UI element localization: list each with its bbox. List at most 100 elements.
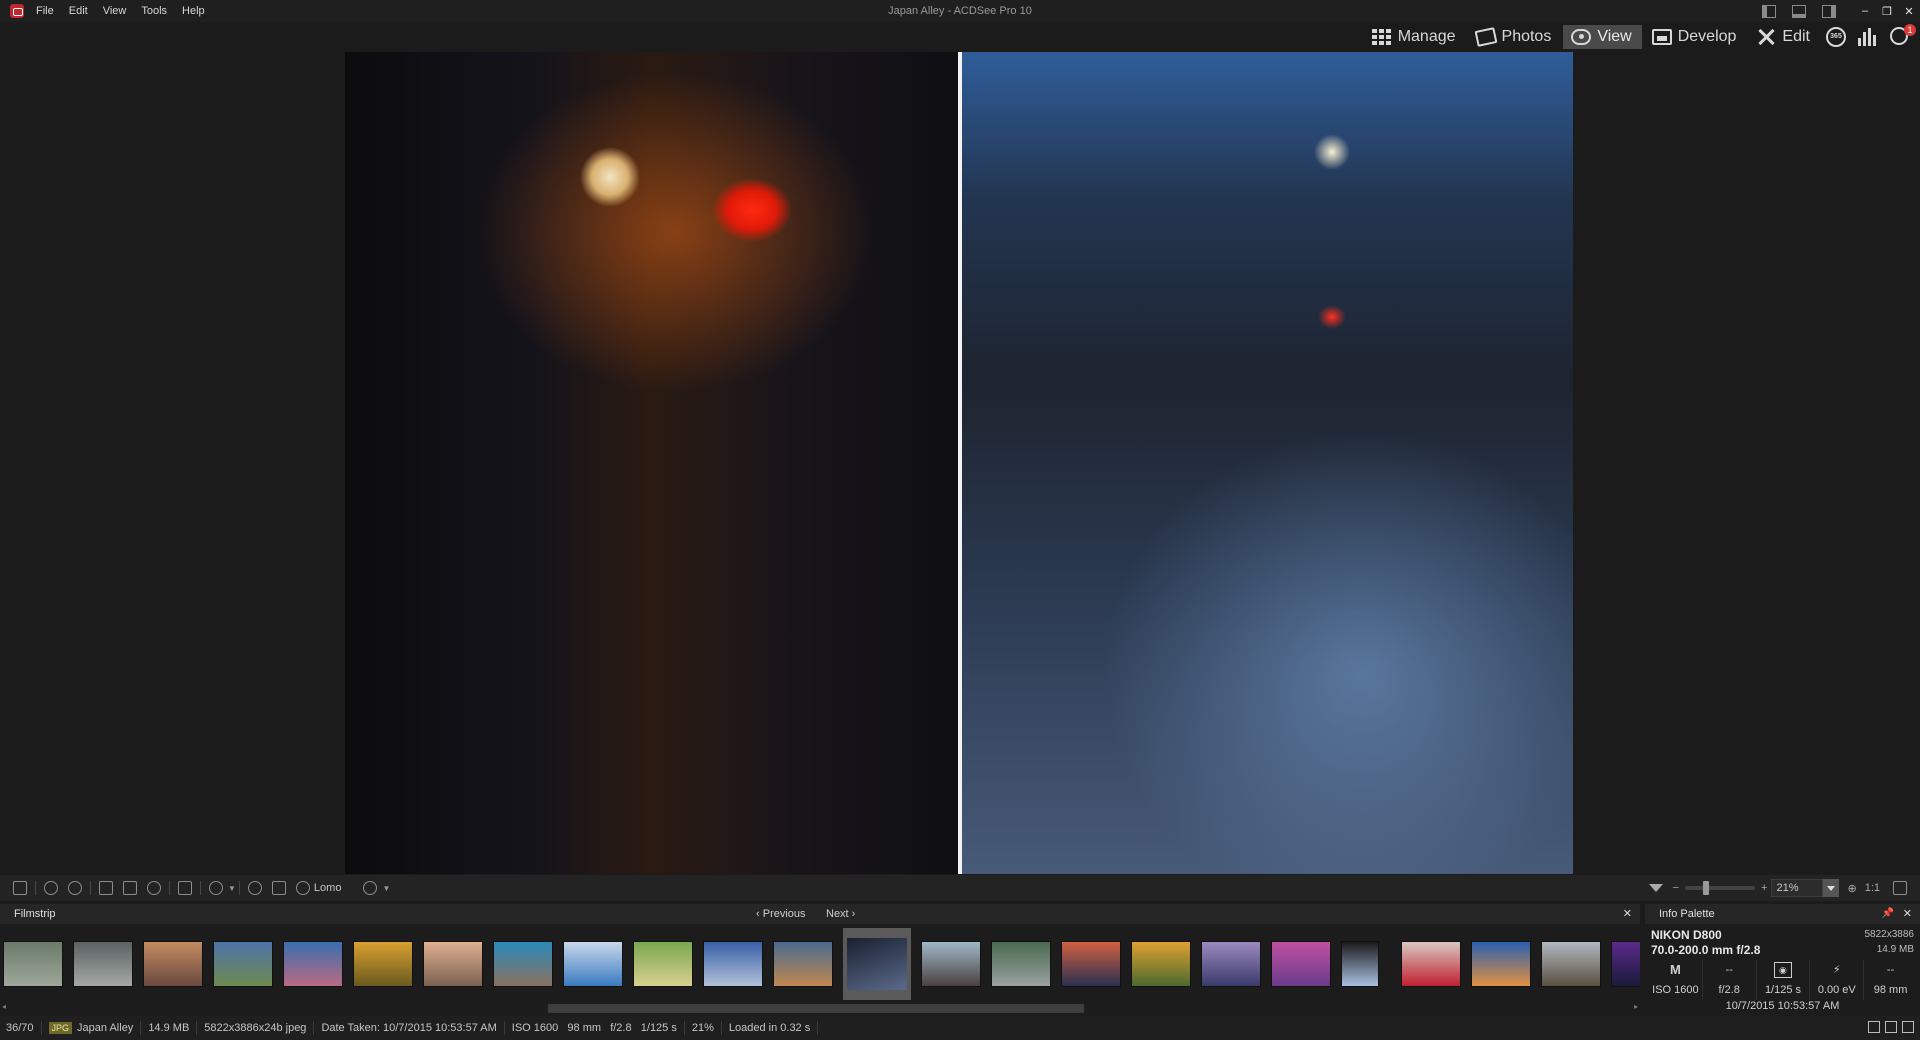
filmstrip-thumbnail-coast-rocks[interactable] [493, 941, 553, 987]
info-palette-close-button[interactable]: ✕ [1903, 904, 1912, 924]
filmstrip-thumbnail-sunset-dock[interactable] [1471, 941, 1531, 987]
image-index: 36/70 [0, 1021, 42, 1035]
right-panel-toggle-icon[interactable] [1822, 4, 1836, 18]
shutter-value: 1/125 s [1757, 980, 1811, 1000]
chevron-down-icon[interactable]: ▼ [228, 884, 236, 893]
effects-icon[interactable] [363, 881, 378, 895]
chevron-down-icon[interactable]: ▼ [382, 884, 390, 893]
status-zoom: 21% [685, 1021, 722, 1035]
status-icons [1863, 1021, 1914, 1033]
info-palette-header: Info Palette 📌 ✕ [1645, 904, 1920, 924]
view-mode-button[interactable]: View [1563, 25, 1642, 49]
filmstrip-thumbnail-cliff-sea[interactable] [1541, 941, 1601, 987]
app-logo-icon[interactable] [10, 4, 24, 18]
manage-mode-button[interactable]: Manage [1364, 25, 1466, 49]
filmstrip-thumbnail-misty-road[interactable] [73, 941, 133, 987]
filmstrip-thumbnail-snowy-town[interactable] [563, 941, 623, 987]
zoom-in-icon[interactable]: + [1761, 882, 1767, 894]
menu-file[interactable]: File [32, 5, 65, 17]
zoom-magnifier-icon[interactable]: ⊕ [1847, 882, 1856, 895]
filmstrip-close-button[interactable]: ✕ [1623, 904, 1632, 924]
previous-label: Previous [762, 908, 806, 920]
select-tool-icon[interactable] [123, 881, 137, 895]
lomo-preset-icon[interactable] [295, 881, 310, 895]
zoom-value-field[interactable]: 21% [1771, 879, 1824, 897]
filmstrip-thumbnail-interior-window[interactable] [921, 941, 981, 987]
filmstrip-thumbnail-cloudy-field[interactable] [213, 941, 273, 987]
previous-button[interactable]: ‹ Previous [756, 904, 806, 924]
filmstrip-thumbnail-mountain-lake[interactable] [703, 941, 763, 987]
zoom-out-icon[interactable]: − [1673, 882, 1679, 894]
aperture-value: f/2.8 [1703, 980, 1757, 1000]
fit-screen-icon[interactable] [178, 881, 192, 895]
info-palette: Info Palette 📌 ✕ NIKON D800 5822x3886 70… [1645, 904, 1920, 1016]
single-view-icon[interactable] [1868, 1021, 1880, 1033]
zoom-slider[interactable] [1685, 881, 1756, 895]
edit-mode-button[interactable]: Edit [1748, 25, 1820, 49]
filmstrip-thumbnail-golden-field[interactable] [353, 941, 413, 987]
photos-mode-button[interactable]: Photos [1468, 25, 1562, 49]
rotate-right-icon[interactable] [68, 881, 82, 895]
filmstrip-thumbnail-foggy-forest[interactable] [3, 941, 63, 987]
camera-model: NIKON D800 [1651, 928, 1722, 942]
filmstrip-thumbnail-arched-doorway[interactable] [1341, 941, 1379, 987]
bottom-panel-toggle-icon[interactable] [1792, 4, 1806, 18]
zoom-menu-triangle-icon[interactable] [1648, 884, 1663, 892]
acdsee-365-icon[interactable]: 365 [1826, 27, 1846, 47]
menu-view[interactable]: View [99, 5, 138, 17]
filmstrip-scrollbar[interactable]: ◂ ▸ [0, 1000, 1640, 1016]
menu-tools[interactable]: Tools [137, 5, 178, 17]
zoom-dropdown-button[interactable] [1823, 879, 1840, 897]
filmstrip-thumbnail-pier-sunset[interactable] [1061, 941, 1121, 987]
save-icon[interactable] [13, 881, 27, 895]
before-image [345, 52, 958, 874]
fullscreen-icon[interactable] [1893, 881, 1907, 895]
play-slideshow-icon[interactable] [247, 881, 262, 895]
filmstrip-thumbnail-sunflower-field[interactable] [1131, 941, 1191, 987]
filmstrip-thumbnail-sunset-city[interactable] [143, 941, 203, 987]
filmstrip-thumbnail-japan-alley[interactable] [843, 928, 911, 1000]
rotate-left-icon[interactable] [44, 881, 58, 895]
file-name: Japan Alley [77, 1022, 134, 1034]
filmstrip-thumbnail-purple-coast[interactable] [1201, 941, 1261, 987]
next-button[interactable]: Next › [826, 904, 855, 924]
tag-check-icon[interactable] [1902, 1021, 1914, 1033]
filmstrip-thumbnail-beach-rider[interactable] [423, 941, 483, 987]
zoom-slider-handle[interactable] [1702, 881, 1709, 895]
main-photo[interactable] [345, 52, 1573, 874]
flash-icon: ⚡ [1810, 960, 1865, 980]
develop-mode-button[interactable]: Develop [1644, 25, 1747, 49]
date-taken: 10/7/2015 10:53:57 AM [1725, 1000, 1840, 1012]
filmstrip-thumbnail-lavender-field[interactable] [1271, 941, 1331, 987]
metering-icon: ◉ [1757, 960, 1811, 980]
scroll-right-icon[interactable]: ▸ [1634, 1002, 1638, 1011]
menu-help[interactable]: Help [178, 5, 216, 17]
filmstrip-thumbnail-harbor-dusk[interactable] [773, 941, 833, 987]
pin-icon[interactable]: 📌 [1882, 904, 1894, 924]
pan-tool-icon[interactable] [99, 881, 113, 895]
notifications-button[interactable]: 1 [1890, 24, 1916, 47]
iso-value: ISO 1600 [1649, 980, 1703, 1000]
filmstrip-thumbnail-canal-boat[interactable] [991, 941, 1051, 987]
filmstrip-thumbnail-night-sky[interactable] [1611, 941, 1640, 987]
dashboard-chart-icon[interactable] [1858, 28, 1878, 46]
close-window-button[interactable]: ✕ [1898, 5, 1920, 18]
edit-label: Edit [1782, 28, 1810, 45]
menu-edit[interactable]: Edit [65, 5, 99, 17]
scrollbar-thumb[interactable] [548, 1004, 1084, 1013]
actual-size-button[interactable]: 1:1 [1865, 882, 1880, 894]
restore-button[interactable]: ❐ [1876, 5, 1898, 18]
minimize-button[interactable]: – [1854, 5, 1876, 17]
settings-gear-icon[interactable] [209, 881, 223, 895]
scroll-left-icon[interactable]: ◂ [2, 1002, 6, 1011]
compare-view-icon[interactable] [1885, 1021, 1897, 1033]
filmstrip-thumbnail-flowers-sky[interactable] [283, 941, 343, 987]
preset-label[interactable]: Lomo [314, 882, 342, 894]
filmstrip-header: Filmstrip ‹ Previous Next › ✕ [0, 904, 1640, 924]
zoom-tool-icon[interactable] [147, 881, 161, 895]
filmstrip-thumbnail-green-hills[interactable] [633, 941, 693, 987]
filmstrip-thumbnail-red-dress[interactable] [1401, 941, 1461, 987]
image-viewer[interactable] [0, 52, 1920, 874]
left-panel-toggle-icon[interactable] [1762, 4, 1776, 18]
adjust-sliders-icon[interactable] [271, 881, 286, 895]
